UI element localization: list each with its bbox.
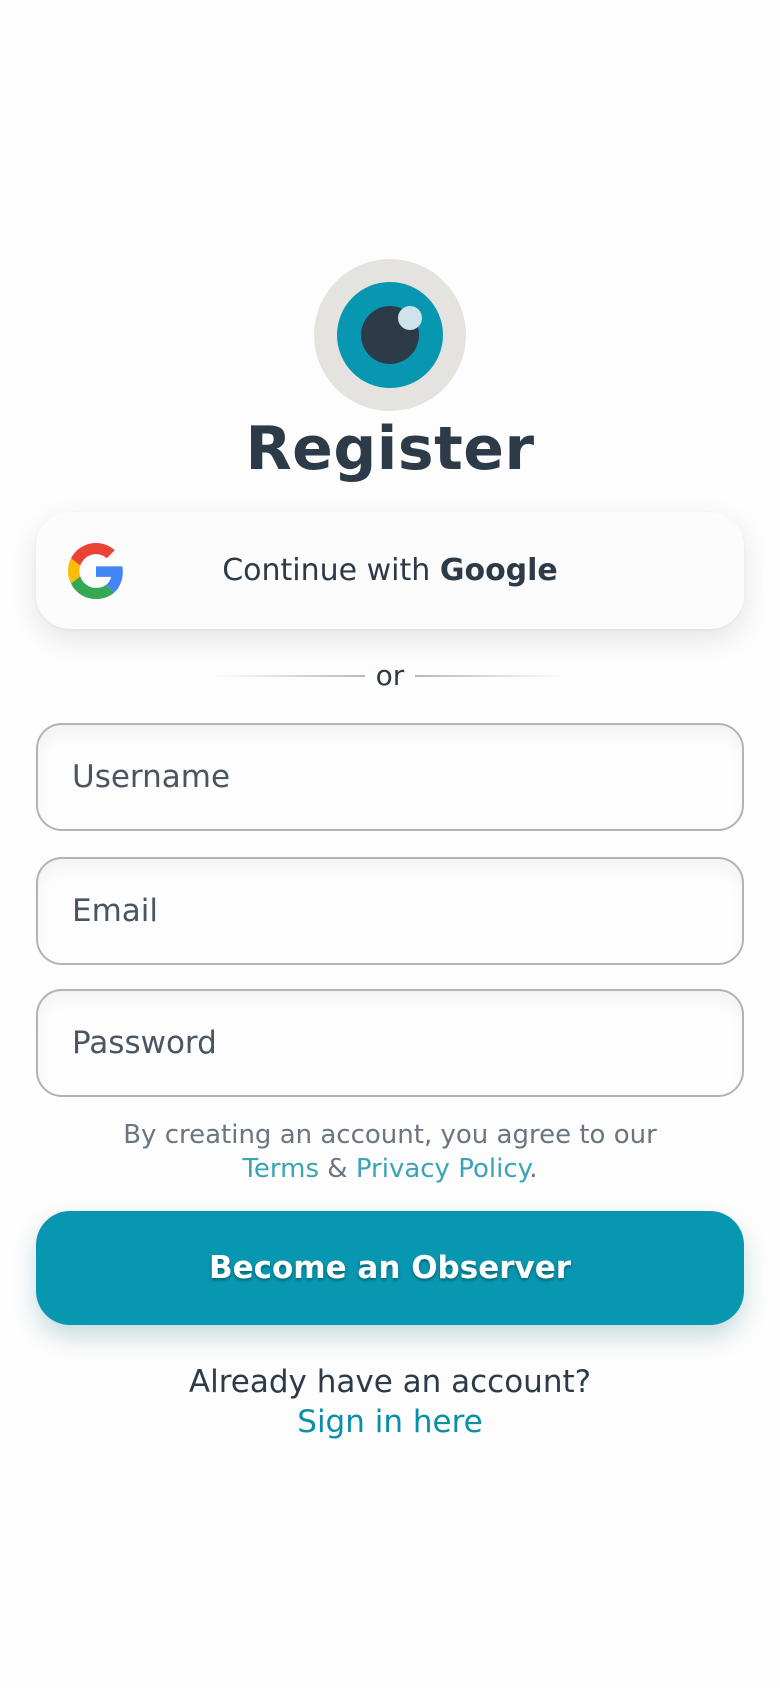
google-button-prefix: Continue with (222, 553, 440, 588)
logo-iris (337, 282, 443, 388)
become-observer-button[interactable]: Become an Observer (36, 1211, 744, 1325)
eye-icon (314, 259, 466, 411)
privacy-policy-link[interactable]: Privacy Policy (356, 1154, 529, 1184)
sign-in-link-row: Sign in here (0, 1401, 780, 1443)
or-divider: or (215, 655, 565, 697)
terms-period: . (529, 1154, 538, 1184)
register-page: Register Continue with Google or By crea… (0, 0, 780, 1688)
logo-glint (398, 306, 422, 330)
google-button-label: Continue with Google (36, 512, 744, 629)
divider-line-right (415, 675, 565, 677)
email-input[interactable] (36, 857, 744, 965)
terms-link[interactable]: Terms (242, 1154, 319, 1184)
terms-ampersand: & (319, 1154, 356, 1184)
terms-links-line: Terms & Privacy Policy. (0, 1152, 780, 1186)
terms-notice: By creating an account, you agree to our… (0, 1118, 780, 1186)
already-have-account-text: Already have an account? (188, 1364, 592, 1400)
google-brand-text: Google (439, 553, 558, 588)
terms-text: By creating an account, you agree to our (123, 1120, 657, 1150)
username-input[interactable] (36, 723, 744, 831)
sign-in-link[interactable]: Sign in here (297, 1404, 482, 1440)
password-input[interactable] (36, 989, 744, 1097)
page-title: Register (245, 414, 535, 484)
continue-with-google-button[interactable]: Continue with Google (36, 512, 744, 629)
